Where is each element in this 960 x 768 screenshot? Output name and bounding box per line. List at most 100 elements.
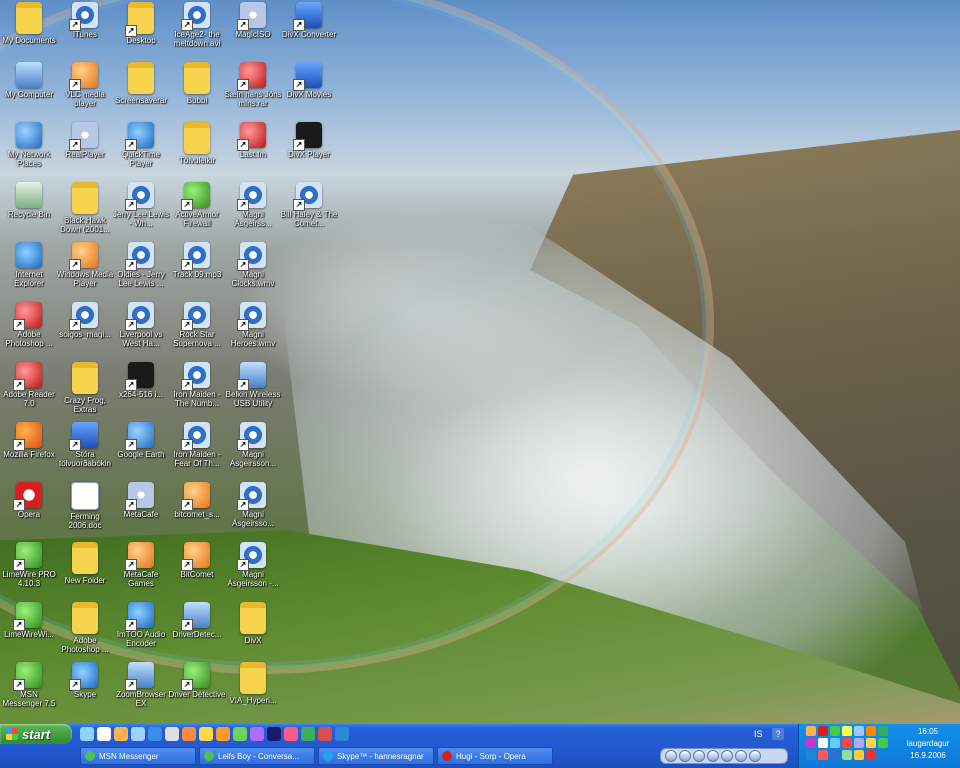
desktop-icon[interactable]: My Computer: [0, 62, 58, 99]
tray-app-icon[interactable]: [806, 750, 816, 760]
tray-app-icon[interactable]: [818, 726, 828, 736]
desktop-icon[interactable]: Liverpool vs West Ha...: [112, 302, 170, 348]
desktop-icon[interactable]: Iron Maiden - Fear Of Th...: [168, 422, 226, 468]
desktop-icon[interactable]: Driver Detective: [168, 662, 226, 699]
language-indicator[interactable]: IS: [754, 729, 763, 739]
quicklaunch-icon[interactable]: [284, 727, 298, 741]
tray-app-icon[interactable]: [866, 738, 876, 748]
desktop-icon[interactable]: Screensaverar: [112, 62, 170, 105]
quicklaunch-icon[interactable]: [80, 727, 94, 741]
desktop-icon[interactable]: DivX Converter: [280, 2, 338, 39]
desktop-icon[interactable]: bitcomet_s...: [168, 482, 226, 519]
desktop-icon[interactable]: Ferming 2006.doc: [56, 482, 114, 530]
desktop-icon[interactable]: QuickTime Player: [112, 122, 170, 168]
desktop-icon[interactable]: MetaCafe: [112, 482, 170, 519]
desktop-icon[interactable]: VLC media player: [56, 62, 114, 108]
stop-icon[interactable]: [707, 750, 719, 762]
desktop-icon[interactable]: Sæin hans Jóns míns.rar: [224, 62, 282, 108]
tray-app-icon[interactable]: [866, 750, 876, 760]
desktop-icon[interactable]: Track 09.mp3: [168, 242, 226, 279]
desktop-icon[interactable]: Magni Ásgeirsson -...: [224, 542, 282, 588]
desktop-icon[interactable]: ImTOO Audio Encoder: [112, 602, 170, 648]
desktop-icon[interactable]: Adobe Reader 7.0: [0, 362, 58, 408]
taskbar-button[interactable]: MSN Messenger: [80, 747, 196, 765]
desktop-icon[interactable]: Google Earth: [112, 422, 170, 459]
quicklaunch-icon[interactable]: [233, 727, 247, 741]
desktop-icon[interactable]: x264-516 i...: [112, 362, 170, 399]
desktop-icon[interactable]: DivX: [224, 602, 282, 645]
desktop-icon[interactable]: MagicISO: [224, 2, 282, 39]
desktop-icon[interactable]: IceAge2- the meltdown.avi: [168, 2, 226, 48]
tray-app-icon[interactable]: [830, 750, 840, 760]
desktop-icon[interactable]: Iron Maiden - The Numb...: [168, 362, 226, 408]
desktop-icon[interactable]: Mozilla Firefox: [0, 422, 58, 459]
tray-app-icon[interactable]: [842, 750, 852, 760]
next-icon[interactable]: [721, 750, 733, 762]
tray-app-icon[interactable]: [830, 738, 840, 748]
desktop-icon[interactable]: Magni Ásgeirsson...: [224, 422, 282, 468]
tray-app-icon[interactable]: [830, 726, 840, 736]
tray-app-icon[interactable]: [854, 726, 864, 736]
start-button[interactable]: start: [0, 724, 72, 744]
desktop-icon[interactable]: BitComet: [168, 542, 226, 579]
clock[interactable]: 16:05 laugardagur 16.9.2006: [898, 726, 958, 762]
taskbar-button[interactable]: Leifs Boy - Conversa...: [199, 747, 315, 765]
tray-app-icon[interactable]: [842, 726, 852, 736]
quicklaunch-icon[interactable]: [318, 727, 332, 741]
tray-app-icon[interactable]: [806, 738, 816, 748]
quicklaunch-icon[interactable]: [148, 727, 162, 741]
desktop-icon[interactable]: MetaCafe Games: [112, 542, 170, 588]
previous-icon[interactable]: [665, 750, 677, 762]
tray-app-icon[interactable]: [818, 738, 828, 748]
play-icon[interactable]: [679, 750, 691, 762]
quicklaunch-icon[interactable]: [199, 727, 213, 741]
desktop-icon[interactable]: Last.fm: [224, 122, 282, 159]
desktop-icon[interactable]: Magni Heroes.wmv: [224, 302, 282, 348]
volume-icon[interactable]: [735, 750, 747, 762]
taskbar-button[interactable]: Hugi - Sorp - Opera: [437, 747, 553, 765]
desktop-icon[interactable]: ZoomBrowser EX: [112, 662, 170, 708]
desktop-icon[interactable]: VIA_Hyperi...: [224, 662, 282, 705]
desktop-icon[interactable]: My Documents: [0, 2, 58, 45]
quicklaunch-icon[interactable]: [301, 727, 315, 741]
desktop-icon[interactable]: soigos_magi...: [56, 302, 114, 339]
desktop-icon[interactable]: Windows Media Player: [56, 242, 114, 288]
desktop-icon[interactable]: Crazy Frog, Extras: [56, 362, 114, 414]
desktop-icon[interactable]: My Network Places: [0, 122, 58, 168]
desktop-icon[interactable]: Adobe Photoshop ...: [0, 302, 58, 348]
restore-icon[interactable]: [749, 750, 761, 762]
quicklaunch-icon[interactable]: [165, 727, 179, 741]
taskbar-button[interactable]: Skype™ - hannesragnar: [318, 747, 434, 765]
desktop-icon[interactable]: iTunes: [56, 2, 114, 39]
desktop-icon[interactable]: Tölvuleikir: [168, 122, 226, 165]
desktop-icon[interactable]: Stóra tölvuorðabókin: [56, 422, 114, 468]
desktop-icon[interactable]: LimeWire PRO 4.10.3: [0, 542, 58, 588]
quicklaunch-icon[interactable]: [250, 727, 264, 741]
desktop-icon[interactable]: RealPlayer: [56, 122, 114, 159]
desktop-icon[interactable]: New Folder: [56, 542, 114, 585]
desktop-icon[interactable]: DivX Player: [280, 122, 338, 159]
desktop-icon[interactable]: Black Hawk Down (2001...: [56, 182, 114, 234]
tray-app-icon[interactable]: [878, 738, 888, 748]
tray-app-icon[interactable]: [878, 726, 888, 736]
desktop-icon[interactable]: Rock Star Supernova ...: [168, 302, 226, 348]
tray-app-icon[interactable]: [818, 750, 828, 760]
quicklaunch-icon[interactable]: [335, 727, 349, 741]
quicklaunch-icon[interactable]: [97, 727, 111, 741]
desktop-icon[interactable]: Opera: [0, 482, 58, 519]
desktop-icon[interactable]: Skype: [56, 662, 114, 699]
quicklaunch-icon[interactable]: [131, 727, 145, 741]
quicklaunch-icon[interactable]: [114, 727, 128, 741]
desktop-icon[interactable]: Magni Ásgeirsso...: [224, 482, 282, 528]
desktop-icon[interactable]: Magni Clocks.wmv: [224, 242, 282, 288]
desktop-icon[interactable]: ActiveArmor Firewall: [168, 182, 226, 228]
desktop-icon[interactable]: LimeWireWi...: [0, 602, 58, 639]
desktop-icon[interactable]: Belkin Wireless USB Utility: [224, 362, 282, 408]
pause-icon[interactable]: [693, 750, 705, 762]
tray-app-icon[interactable]: [806, 726, 816, 736]
tray-app-icon[interactable]: [842, 738, 852, 748]
desktop-icon[interactable]: Bubbi: [168, 62, 226, 105]
desktop-icon[interactable]: DriverDetec...: [168, 602, 226, 639]
desktop-icon[interactable]: Jerry Lee Lewis - Wh...: [112, 182, 170, 228]
tray-app-icon[interactable]: [866, 726, 876, 736]
